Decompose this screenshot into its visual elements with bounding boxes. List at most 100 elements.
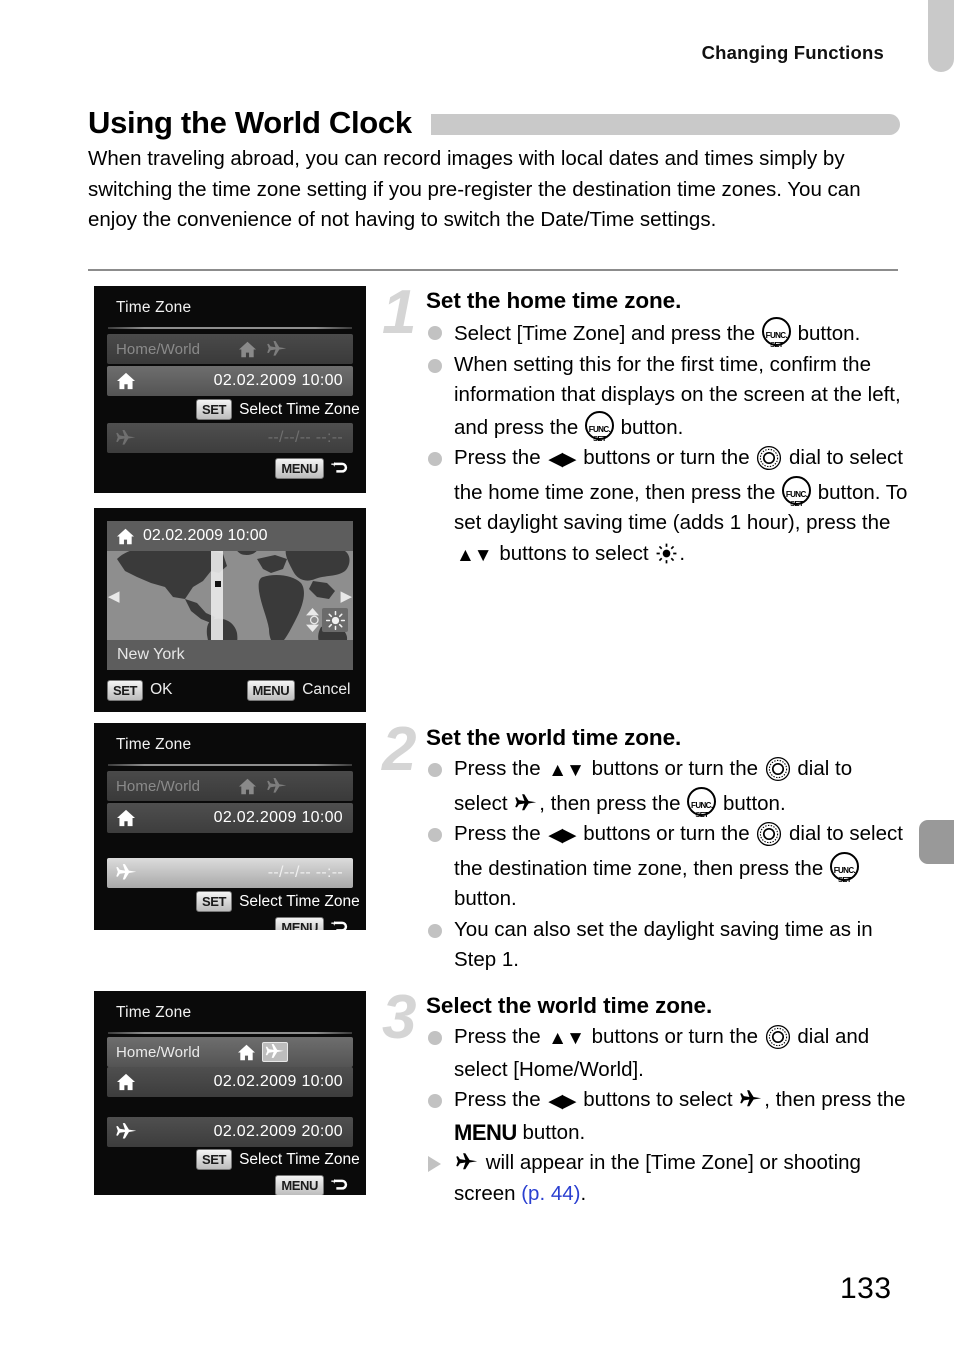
home-icon bbox=[107, 1073, 136, 1091]
menu-footer: MENU bbox=[275, 917, 350, 930]
left-arrow-icon[interactable]: ◀ bbox=[108, 587, 120, 605]
section-divider bbox=[88, 269, 898, 271]
page-reference-link[interactable]: (p. 44) bbox=[521, 1182, 580, 1205]
plane-icon bbox=[107, 429, 136, 447]
sun-icon bbox=[656, 543, 677, 564]
menu-button-icon: MENU bbox=[454, 1119, 517, 1145]
set-ok-group[interactable]: SET OK bbox=[107, 679, 173, 701]
menu-row-world-time[interactable]: 02.02.2009 20:00 bbox=[107, 1117, 353, 1147]
left-right-buttons-icon: ◀▶ bbox=[548, 825, 576, 846]
step-3: 3 Select the world time zone. Press the … bbox=[382, 987, 910, 1209]
set-hint: SET Select Time Zone bbox=[196, 891, 360, 912]
running-head: Changing Functions bbox=[701, 42, 884, 63]
plane-icon bbox=[107, 864, 137, 882]
menu-row-home-time[interactable]: 02.02.2009 10:00 bbox=[107, 1067, 353, 1097]
menu-badge: MENU bbox=[275, 458, 324, 479]
screen-title: Time Zone bbox=[116, 736, 192, 753]
bullet-item: You can also set the daylight saving tim… bbox=[426, 915, 910, 976]
menu-row-home-time[interactable]: 02.02.2009 10:00 bbox=[107, 366, 353, 396]
plane-icon bbox=[267, 340, 287, 358]
func-set-icon: FUNC. SET bbox=[782, 475, 812, 508]
row-label: Home/World bbox=[116, 1043, 201, 1061]
row-value: 02.02.2009 10:00 bbox=[213, 809, 343, 826]
control-dial-icon bbox=[756, 445, 782, 471]
intro-paragraph: When traveling abroad, you can record im… bbox=[88, 147, 861, 231]
bullet-dot bbox=[428, 1031, 442, 1045]
bullet-text: Press the ◀▶ buttons to select , then pr… bbox=[454, 1088, 906, 1145]
row-icon-group bbox=[238, 340, 287, 358]
right-arrow-icon[interactable]: ▶ bbox=[340, 587, 352, 605]
step-heading: Select the world time zone. bbox=[426, 993, 713, 1018]
control-dial-icon bbox=[756, 821, 782, 847]
return-arrow-icon bbox=[331, 1178, 350, 1193]
screen-title-rule bbox=[108, 764, 352, 766]
set-hint-label: Select Time Zone bbox=[239, 1150, 360, 1168]
set-label: OK bbox=[150, 681, 173, 698]
menu-row-home-time[interactable]: 02.02.2009 10:00 bbox=[107, 803, 353, 833]
control-dial-icon bbox=[765, 756, 791, 782]
title-rule-bar bbox=[430, 113, 900, 135]
plane-icon bbox=[740, 1088, 762, 1108]
bullet-dot bbox=[428, 828, 442, 842]
up-down-buttons-icon: ▲▼ bbox=[548, 760, 585, 781]
bullet-item: Press the ▲▼ buttons or turn the dial an… bbox=[426, 1022, 910, 1085]
bullet-text: Press the ▲▼ buttons or turn the dial an… bbox=[454, 1024, 870, 1081]
map-top-bar: 02.02.2009 10:00 bbox=[107, 521, 353, 551]
set-hint-label: Select Time Zone bbox=[239, 400, 360, 418]
home-icon bbox=[237, 1044, 256, 1061]
step-number: 3 bbox=[382, 983, 417, 1052]
set-hint: SET Select Time Zone bbox=[196, 399, 360, 420]
menu-row-world-time[interactable]: --/--/-- --:-- bbox=[107, 858, 353, 888]
row-value: 02.02.2009 20:00 bbox=[213, 1123, 343, 1140]
return-arrow-icon bbox=[331, 461, 350, 476]
bullet-text: Press the ◀▶ buttons or turn the dial to… bbox=[454, 445, 908, 566]
bullet-text: Press the ◀▶ buttons or turn the dial to… bbox=[454, 821, 903, 910]
step-bullets: Press the ▲▼ buttons or turn the dial an… bbox=[382, 1022, 910, 1209]
row-icon-group bbox=[237, 1042, 289, 1062]
step-bullets: Select [Time Zone] and press the FUNC. SE… bbox=[382, 317, 910, 571]
dst-control[interactable] bbox=[305, 608, 348, 632]
home-icon bbox=[107, 372, 136, 390]
row-value: --/--/-- --:-- bbox=[267, 429, 343, 446]
func-set-icon: FUNC. SET bbox=[584, 410, 614, 443]
plane-icon bbox=[267, 777, 287, 795]
left-right-buttons-icon: ◀▶ bbox=[548, 1091, 576, 1112]
menu-label: Cancel bbox=[302, 681, 351, 698]
bullet-dot bbox=[428, 923, 442, 938]
camera-screen-time-zone-selected: Time Zone Home/World 02.02.2009 10:00 02… bbox=[94, 991, 366, 1195]
home-icon bbox=[238, 778, 257, 795]
menu-cancel-group[interactable]: MENU Cancel bbox=[246, 679, 351, 701]
section-title-block: Using the World Clock bbox=[88, 101, 900, 143]
set-hint-label: Select Time Zone bbox=[239, 892, 360, 910]
map-footer: SET OK MENU Cancel bbox=[107, 676, 353, 704]
plane-icon bbox=[456, 1151, 478, 1171]
bullet-item: Press the ◀▶ buttons or turn the dial to… bbox=[426, 443, 910, 571]
bullet-item: Select [Time Zone] and press the FUNC. SE… bbox=[426, 317, 910, 350]
up-down-buttons-icon: ▲▼ bbox=[548, 1028, 585, 1049]
step-heading: Set the world time zone. bbox=[426, 725, 682, 750]
menu-row-world-time[interactable]: --/--/-- --:-- bbox=[107, 423, 353, 453]
screen-title-rule bbox=[108, 1032, 352, 1034]
set-hint: SET Select Time Zone bbox=[196, 1149, 360, 1170]
page-number: 133 bbox=[840, 1272, 892, 1305]
func-set-icon: FUNC. SET bbox=[687, 786, 717, 819]
home-icon bbox=[107, 809, 136, 827]
row-value: 02.02.2009 10:00 bbox=[213, 372, 343, 389]
bullet-text: Press the ▲▼ buttons or turn the dial to… bbox=[454, 756, 853, 819]
step-1: 1 Set the home time zone. Select [Time Z… bbox=[382, 282, 910, 571]
chapter-top-tab bbox=[928, 0, 954, 72]
control-dial-icon bbox=[765, 1024, 791, 1050]
bullet-dot bbox=[428, 763, 442, 777]
bullet-text: Select [Time Zone] and press the FUNC. SE… bbox=[454, 317, 860, 349]
world-map-panel[interactable]: 02.02.2009 10:00 ◀ ▶ New York bbox=[107, 521, 353, 670]
home-icon bbox=[238, 341, 257, 358]
menu-row-home-world[interactable]: Home/World bbox=[107, 771, 353, 801]
sun-icon bbox=[322, 608, 348, 632]
bullet-item: Press the ▲▼ buttons or turn the dial to… bbox=[426, 754, 910, 819]
menu-row-home-world[interactable]: Home/World bbox=[107, 334, 353, 364]
bullet-item: When setting this for the first time, co… bbox=[426, 350, 910, 444]
menu-row-home-world[interactable]: Home/World bbox=[107, 1037, 353, 1067]
map-city-bar: New York bbox=[107, 640, 353, 670]
screen-title: Time Zone bbox=[116, 299, 192, 316]
set-badge: SET bbox=[196, 399, 233, 420]
